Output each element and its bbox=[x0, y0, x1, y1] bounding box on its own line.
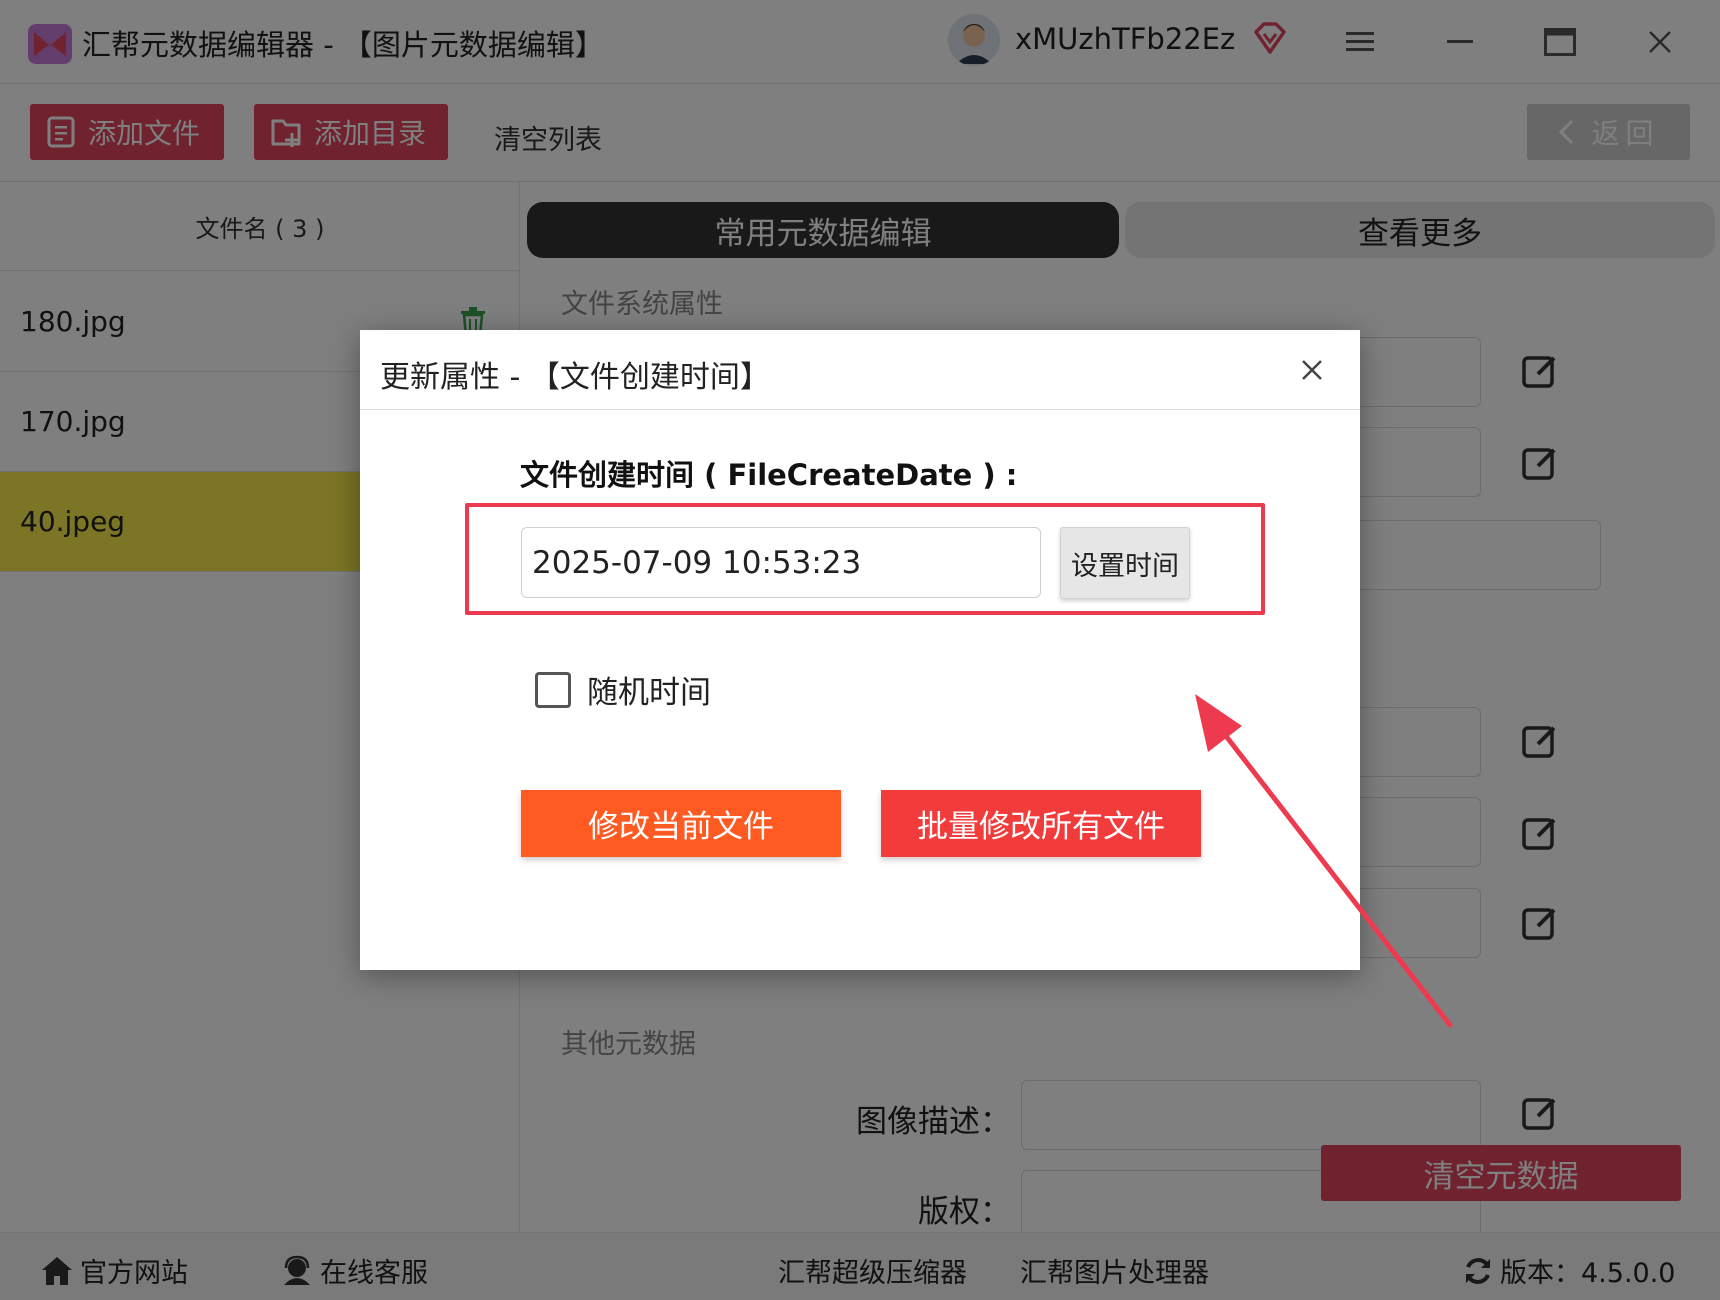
file-create-date-input[interactable] bbox=[521, 527, 1041, 598]
set-time-button[interactable]: 设置时间 bbox=[1060, 527, 1190, 599]
random-time-label: 随机时间 bbox=[587, 675, 711, 711]
close-icon bbox=[1302, 360, 1322, 380]
dialog-header: 更新属性 - 【文件创建时间】 bbox=[360, 330, 1360, 410]
batch-modify-all-files-button[interactable]: 批量修改所有文件 bbox=[881, 790, 1201, 857]
dialog-close-button[interactable] bbox=[1294, 352, 1330, 388]
modify-current-file-button[interactable]: 修改当前文件 bbox=[521, 790, 841, 857]
file-create-date-label: 文件创建时间 ( FileCreateDate ) : bbox=[520, 458, 1018, 492]
random-time-option[interactable]: 随机时间 bbox=[535, 667, 711, 712]
dialog-title: 更新属性 - 【文件创建时间】 bbox=[380, 360, 770, 395]
random-time-checkbox[interactable] bbox=[535, 671, 571, 708]
update-property-dialog: 更新属性 - 【文件创建时间】 文件创建时间 ( FileCreateDate … bbox=[360, 330, 1360, 970]
